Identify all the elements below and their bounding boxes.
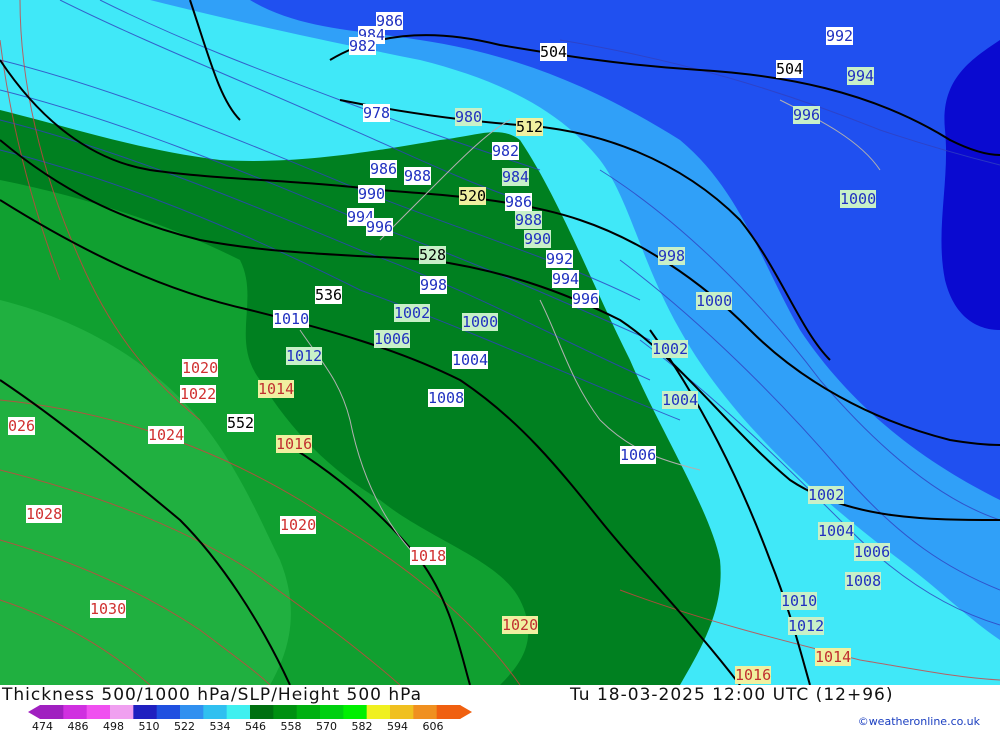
slp-label: 996 <box>366 218 394 236</box>
slp-label: 1020 <box>182 359 219 377</box>
slp-label: 1010 <box>273 310 310 328</box>
legend-swatch <box>63 705 88 719</box>
slp-label: 1012 <box>788 617 825 635</box>
slp-label: 1000 <box>840 190 877 208</box>
height-label: 552 <box>227 414 255 432</box>
credit-link[interactable]: ©weatheronline.co.uk <box>858 715 980 728</box>
slp-label: 992 <box>546 250 574 268</box>
slp-label: 990 <box>524 230 552 248</box>
legend-swatch <box>180 705 204 719</box>
footer: Thickness 500/1000 hPa/SLP/Height 500 hP… <box>0 685 1000 733</box>
slp-label: 1002 <box>808 486 845 504</box>
legend-swatch <box>390 705 414 719</box>
legend-swatch <box>110 705 134 719</box>
slp-label: 984 <box>502 168 530 186</box>
legend-tick-label: 474 <box>32 720 53 733</box>
slp-label: 986 <box>370 160 398 178</box>
legend-swatch <box>320 705 344 719</box>
legend-tick-label: 582 <box>351 720 373 733</box>
slp-label: 1000 <box>462 313 499 331</box>
legend-swatch <box>343 705 368 719</box>
legend-swatch <box>203 705 228 719</box>
labels-layer: 986 984 982 992 978 986 988 990 994 996 … <box>0 0 1000 685</box>
slp-label: 1010 <box>781 592 818 610</box>
slp-label: 996 <box>793 106 821 124</box>
slp-label: 990 <box>358 185 386 203</box>
legend-swatch <box>250 705 274 719</box>
legend-swatch <box>366 705 391 719</box>
legend-swatch <box>226 705 251 719</box>
slp-label: 1014 <box>258 380 295 398</box>
slp-label: 982 <box>349 37 377 55</box>
map-title: Thickness 500/1000 hPa/SLP/Height 500 hP… <box>2 685 423 705</box>
slp-label: 980 <box>455 108 483 126</box>
slp-label: 1016 <box>276 435 313 453</box>
legend-swatch <box>156 705 181 719</box>
slp-label: 988 <box>515 211 543 229</box>
slp-label: 998 <box>420 276 448 294</box>
slp-label: 992 <box>826 27 854 45</box>
slp-label: 1004 <box>452 351 489 369</box>
legend-swatch <box>273 705 298 719</box>
valid-time: Tu 18-03-2025 12:00 UTC (12+96) <box>570 685 894 705</box>
slp-label: 986 <box>505 193 533 211</box>
legend-tick-label: 498 <box>103 720 124 733</box>
slp-label: 1028 <box>26 505 63 523</box>
slp-label: 1020 <box>502 616 539 634</box>
slp-label: 994 <box>552 270 580 288</box>
color-legend <box>28 705 472 719</box>
height-label: 504 <box>540 43 568 61</box>
slp-label: 1008 <box>845 572 882 590</box>
slp-label: 994 <box>847 67 875 85</box>
height-label: 504 <box>776 60 804 78</box>
slp-label: 1024 <box>148 426 185 444</box>
slp-label: 1018 <box>410 547 447 565</box>
legend-swatch <box>413 705 438 719</box>
legend-swatch <box>133 705 158 719</box>
legend-tick-label: 570 <box>316 720 337 733</box>
legend-tick-label: 510 <box>138 720 160 733</box>
slp-label: 988 <box>404 167 432 185</box>
legend-arrow-left <box>28 705 40 719</box>
height-label: 520 <box>459 187 487 205</box>
slp-label: 1006 <box>374 330 411 348</box>
slp-label: 1022 <box>180 385 217 403</box>
slp-label: 1006 <box>620 446 657 464</box>
slp-label: 1004 <box>662 391 699 409</box>
slp-label: 1002 <box>394 304 431 322</box>
height-label: 528 <box>419 246 447 264</box>
legend-swatch <box>296 705 321 719</box>
slp-label: 982 <box>492 142 520 160</box>
legend-tick-label: 606 <box>422 720 444 733</box>
legend-swatch <box>86 705 111 719</box>
slp-label: 1014 <box>815 648 852 666</box>
legend-tick-label: 534 <box>209 720 231 733</box>
legend-swatch <box>40 705 64 719</box>
legend-arrow-right <box>460 705 472 719</box>
legend-tick-label: 594 <box>387 720 408 733</box>
legend-tick-label: 546 <box>245 720 266 733</box>
legend-swatch <box>436 705 461 719</box>
slp-label: 026 <box>8 417 36 435</box>
slp-label: 1000 <box>696 292 733 310</box>
slp-label: 1020 <box>280 516 317 534</box>
slp-label: 1030 <box>90 600 127 618</box>
slp-label: 1008 <box>428 389 465 407</box>
height-label: 512 <box>516 118 544 136</box>
slp-label: 1016 <box>735 666 772 684</box>
slp-label: 996 <box>572 290 600 308</box>
slp-label: 978 <box>363 104 391 122</box>
legend-tick-label: 522 <box>174 720 195 733</box>
slp-label: 1002 <box>652 340 689 358</box>
slp-label: 1004 <box>818 522 855 540</box>
legend-tick-label: 558 <box>280 720 302 733</box>
slp-label: 998 <box>658 247 686 265</box>
height-label: 536 <box>315 286 343 304</box>
legend-tick-label: 486 <box>67 720 89 733</box>
slp-label: 1012 <box>286 347 323 365</box>
slp-label: 1006 <box>854 543 891 561</box>
